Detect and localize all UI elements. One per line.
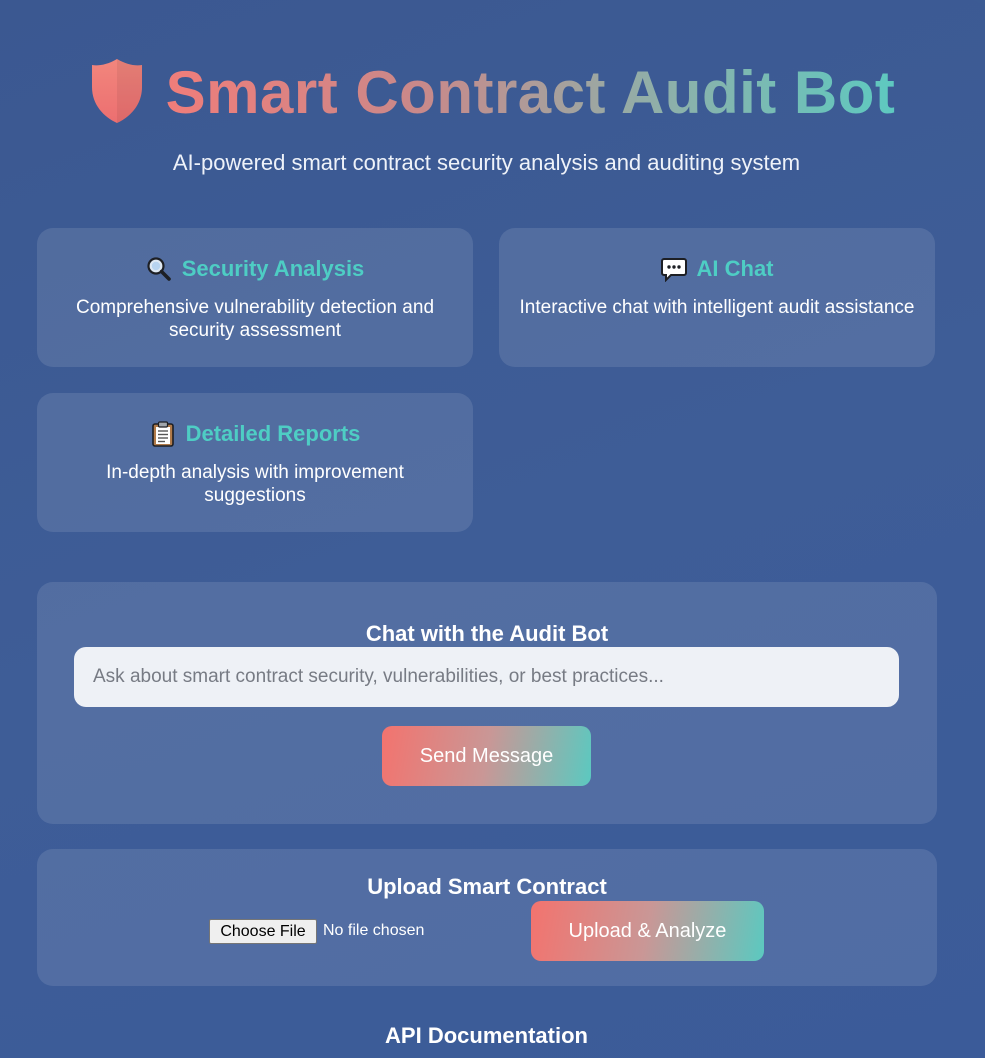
choose-file-button[interactable]: Choose File	[209, 919, 317, 944]
send-message-button[interactable]: Send Message	[382, 726, 591, 786]
feature-description: Comprehensive vulnerability detection an…	[75, 297, 435, 341]
speech-bubble-icon	[660, 258, 687, 282]
page-title: Smart Contract Audit Bot	[165, 59, 896, 126]
magnifier-icon	[147, 257, 171, 281]
page-subtitle: AI-powered smart contract security analy…	[172, 150, 801, 175]
api-documentation-title: API Documentation	[385, 1023, 588, 1048]
upload-section-title: Upload Smart Contract	[367, 874, 607, 899]
header: Smart Contract Audit Bot	[0, 48, 985, 138]
file-status: No file chosen	[323, 922, 425, 939]
chat-section-title: Chat with the Audit Bot	[365, 621, 609, 646]
page: Smart Contract Audit Bot AI-powered smar…	[0, 0, 985, 1058]
shield-icon	[91, 59, 142, 123]
upload-section: Upload Smart Contract Choose File No fil…	[37, 849, 937, 986]
feature-card-security-analysis: Security Analysis Comprehensive vulnerab…	[37, 228, 473, 367]
feature-description: In-depth analysis with improvement sugge…	[106, 462, 404, 506]
feature-card-ai-chat: AI Chat Interactive chat with intelligen…	[499, 228, 935, 367]
clipboard-icon	[151, 421, 174, 447]
upload-analyze-button[interactable]: Upload & Analyze	[531, 901, 764, 961]
chat-section: Chat with the Audit Bot Send Message	[37, 582, 937, 824]
chat-input[interactable]	[74, 647, 899, 707]
feature-title: Detailed Reports	[185, 421, 361, 446]
feature-description: Interactive chat with intelligent audit …	[519, 297, 915, 318]
feature-title: Security Analysis	[181, 256, 365, 281]
feature-card-detailed-reports: Detailed Reports In-depth analysis with …	[37, 393, 473, 532]
feature-title: AI Chat	[696, 256, 774, 281]
